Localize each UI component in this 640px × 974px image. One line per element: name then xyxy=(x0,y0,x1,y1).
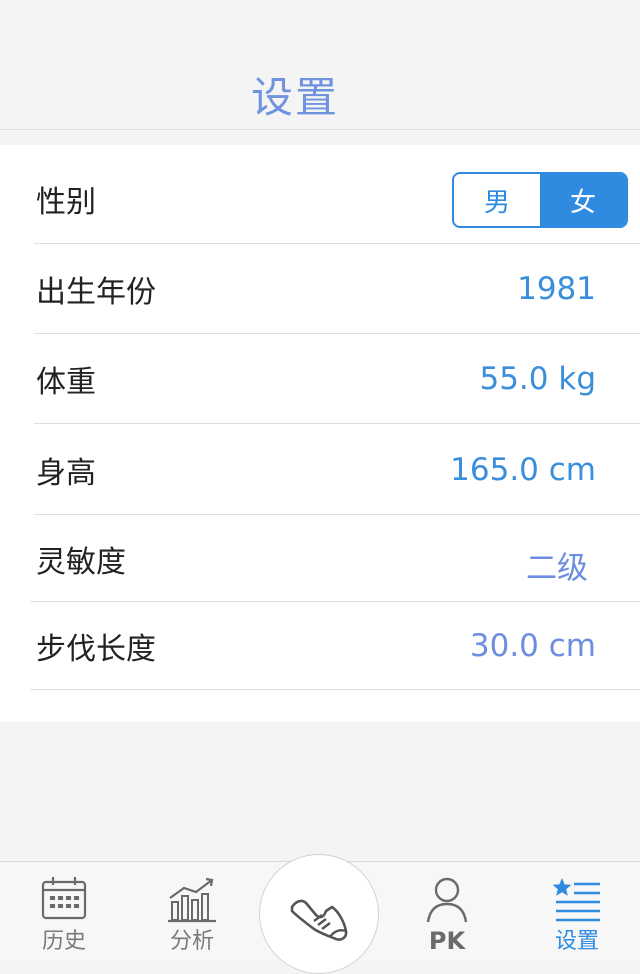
gender-option-male[interactable]: 男 xyxy=(454,174,540,226)
tab-history[interactable]: 历史 xyxy=(14,862,114,961)
header: 设置 xyxy=(0,0,640,130)
tab-settings[interactable]: 设置 xyxy=(527,862,627,961)
stride-row[interactable]: 步伐长度 30.0 cm xyxy=(0,602,640,690)
stride-label: 步伐长度 xyxy=(36,632,156,667)
tab-analysis[interactable]: 分析 xyxy=(142,862,242,961)
start-walking-button[interactable] xyxy=(259,854,379,974)
chart-icon xyxy=(168,877,216,923)
divider xyxy=(30,689,640,690)
calendar-icon xyxy=(41,877,87,920)
sensitivity-value: 二级 xyxy=(526,550,588,587)
tab-settings-label: 设置 xyxy=(554,929,599,954)
settings-list: 性别 男 女 出生年份 1981 体重 55.0 kg 身高 165.0 cm … xyxy=(0,145,640,722)
height-row[interactable]: 身高 165.0 cm xyxy=(0,425,640,515)
shoe-icon xyxy=(290,899,348,941)
stride-value: 30.0 cm xyxy=(469,628,596,664)
gender-segmented-control[interactable]: 男 女 xyxy=(452,172,628,228)
gender-option-female[interactable]: 女 xyxy=(540,174,626,226)
sensitivity-row[interactable]: 灵敏度 二级 xyxy=(0,515,640,602)
user-icon xyxy=(426,877,468,923)
weight-label: 体重 xyxy=(36,365,96,400)
weight-value: 55.0 kg xyxy=(479,361,596,397)
divider xyxy=(34,423,640,424)
tab-analysis-label: 分析 xyxy=(169,929,214,954)
birth-year-label: 出生年份 xyxy=(36,275,156,310)
tab-history-label: 历史 xyxy=(41,929,86,954)
height-label: 身高 xyxy=(36,456,96,491)
gender-row: 性别 男 女 xyxy=(0,154,640,244)
tab-pk[interactable]: PK xyxy=(397,862,497,961)
birth-year-row[interactable]: 出生年份 1981 xyxy=(0,244,640,334)
birth-year-value: 1981 xyxy=(517,271,596,307)
sensitivity-label: 灵敏度 xyxy=(36,544,126,580)
settings-list-icon xyxy=(552,878,600,922)
gender-label: 性别 xyxy=(36,185,96,220)
page-title: 设置 xyxy=(250,73,339,122)
weight-row[interactable]: 体重 55.0 kg xyxy=(0,334,640,424)
tab-pk-label: PK xyxy=(428,927,466,955)
height-value: 165.0 cm xyxy=(450,452,596,488)
